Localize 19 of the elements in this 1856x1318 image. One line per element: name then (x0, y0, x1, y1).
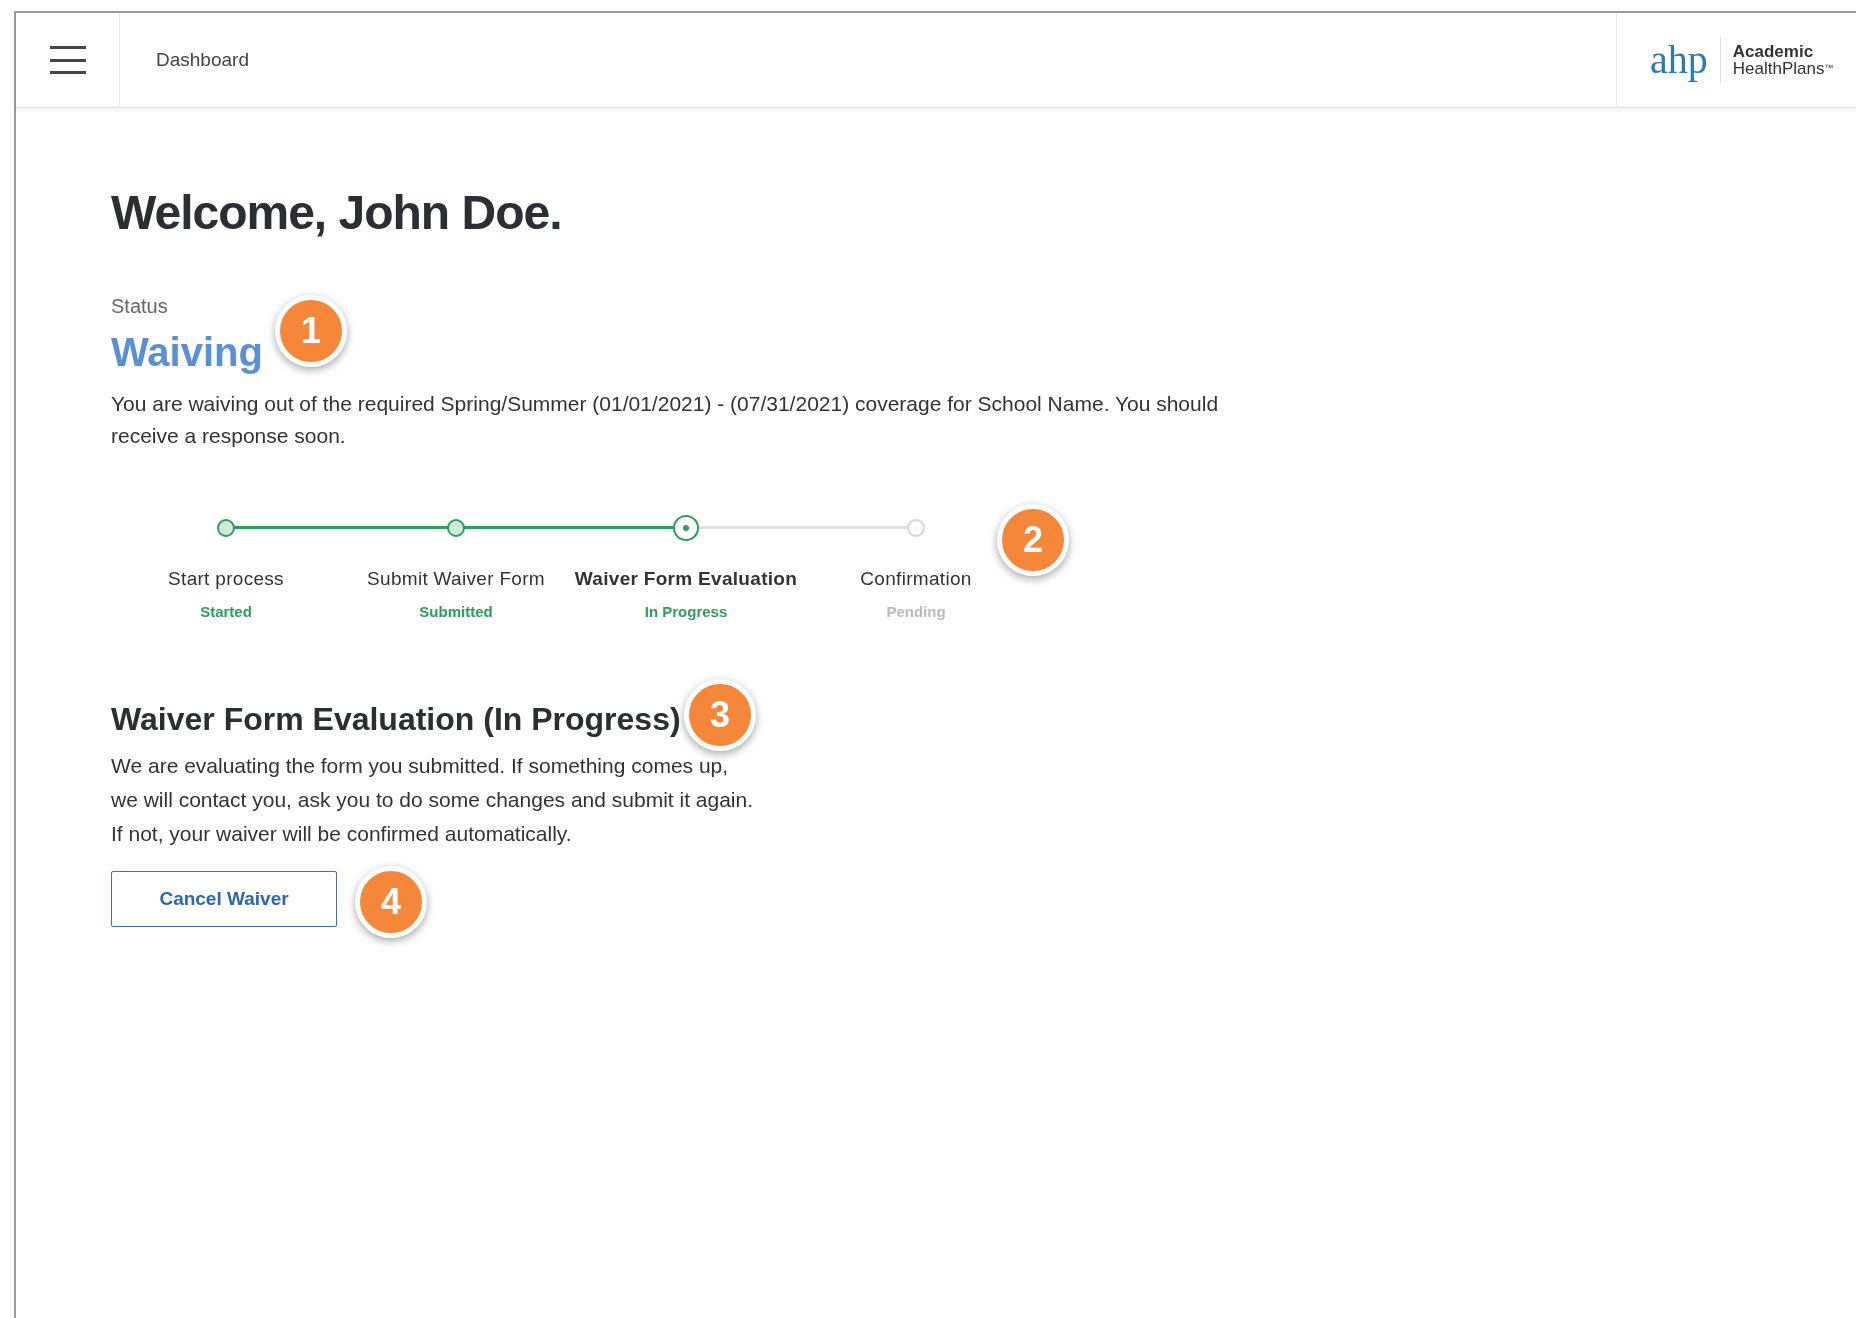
step-status: Started (200, 603, 252, 621)
step-status: Pending (886, 603, 946, 621)
step-label: Confirmation (860, 567, 972, 591)
page-title: Dashboard (156, 47, 249, 72)
section-description: We are evaluating the form you submitted. If something comes up, we will contact you, ask you to do some changes and submit it again. If not, your waiver will be confirmed automatically. (111, 753, 754, 847)
step-status: In Progress (644, 603, 728, 621)
step-label: Submit Waiver Form (367, 567, 545, 591)
logo-name: Academic HealthPlans™ (1732, 43, 1834, 77)
status-description: You are waiving out of the required Spring/Summer (01/01/2021) - (07/31/2021) coverage for School Name. You should receive a response soon. (111, 391, 1220, 449)
step-status: Submitted (419, 603, 493, 621)
welcome-heading: Welcome, John Doe. (111, 185, 562, 241)
logo-mark: ahp (1650, 40, 1708, 80)
step-label: Start process (168, 567, 284, 591)
section-heading: Waiver Form Evaluation (In Progress) (111, 700, 681, 739)
cancel-waiver-button[interactable]: Cancel Waiver (111, 871, 337, 927)
status-value: Waiving (111, 329, 263, 375)
step-label: Waiver Form Evaluation (574, 567, 798, 591)
status-label: Status (111, 294, 168, 318)
menu-icon[interactable] (49, 44, 86, 76)
